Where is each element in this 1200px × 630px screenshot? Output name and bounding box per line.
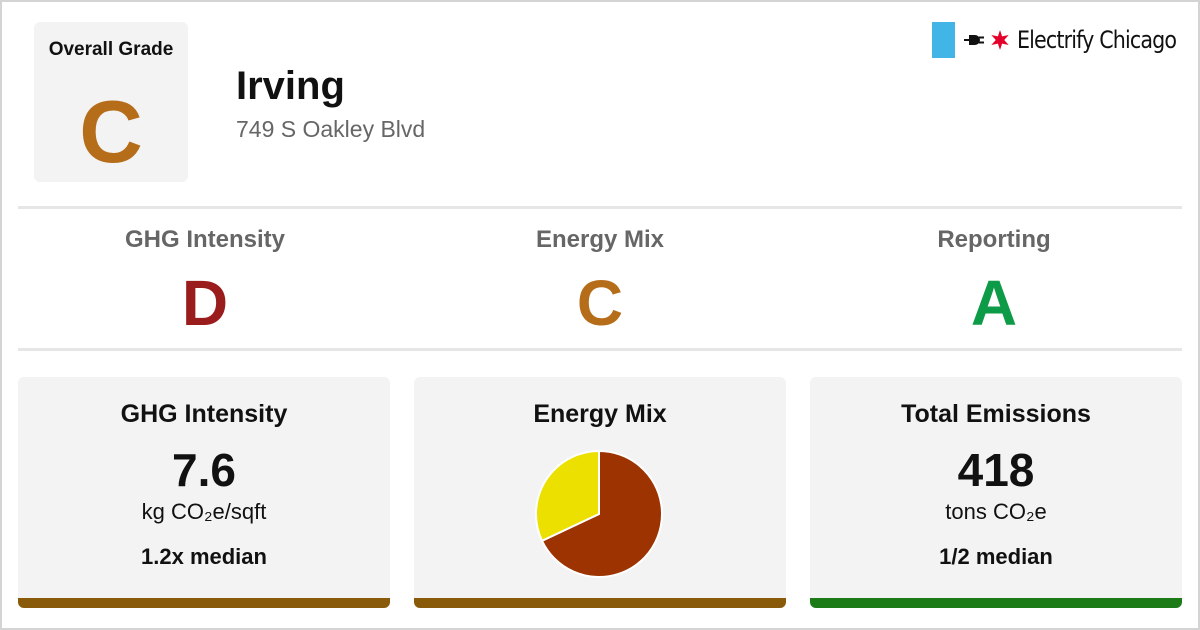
overall-grade-box: Overall Grade C [34,22,188,182]
overall-grade-label: Overall Grade [48,39,174,60]
card-value: 418 [957,444,1035,496]
grade-letter: A [970,267,1018,339]
card-unit: tons CO₂e [945,499,1047,524]
card-title: GHG Intensity [120,400,288,428]
card-accent-bar [414,598,786,608]
card-value: 7.6 [172,444,236,496]
divider-middle [18,348,1182,351]
electrify-chicago-logo[interactable]: Electrify Chicago [932,22,1200,58]
chicago-star-icon [989,29,1011,51]
plug-icon [963,33,985,47]
grade-ghg-intensity: GHG Intensity D [8,226,402,336]
energy-mix-pie-chart [535,449,664,578]
grade-label: GHG Intensity [124,226,286,253]
card-median-comparison: 1/2 median [939,544,1053,569]
grade-letter: D [181,267,229,339]
card-accent-bar [810,598,1182,608]
building-address: 749 S Oakley Blvd [236,116,426,142]
grade-letter: C [576,267,624,339]
divider-top [18,206,1182,209]
grade-label: Energy Mix [535,226,665,253]
total-emissions-card: Total Emissions 418 tons CO₂e 1/2 median [810,377,1182,608]
chicago-flag-bar-icon [932,22,955,58]
card-unit: kg CO₂e/sqft [141,499,267,524]
overall-grade-letter: C [79,82,143,181]
building-name: Irving [236,64,345,108]
logo-text: Electrify Chicago [1017,26,1177,54]
card-title: Energy Mix [533,400,667,428]
energy-mix-card: Energy Mix [414,377,786,608]
grade-label: Reporting [937,226,1051,253]
card-title: Total Emissions [901,400,1091,428]
grade-energy-mix: Energy Mix C [403,226,797,336]
grade-reporting: Reporting A [797,226,1191,336]
ghg-intensity-card: GHG Intensity 7.6 kg CO₂e/sqft 1.2x medi… [18,377,390,608]
card-accent-bar [18,598,390,608]
card-median-comparison: 1.2x median [141,544,267,569]
